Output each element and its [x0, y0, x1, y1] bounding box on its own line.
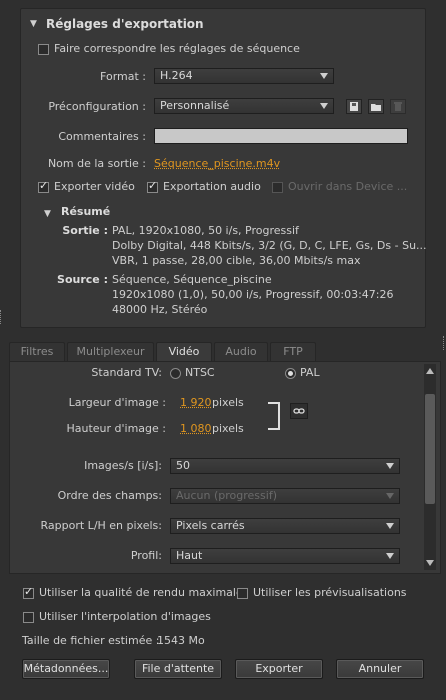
open-device-checkbox[interactable] [272, 182, 283, 193]
field-order-select[interactable]: Aucun (progressif) [170, 488, 400, 504]
summary-source-label: Source : [57, 273, 108, 286]
output-name-label: Nom de la sortie : [47, 157, 146, 170]
export-audio-checkbox[interactable] [147, 179, 158, 193]
pixel-aspect-select[interactable]: Pixels carrés [170, 518, 400, 534]
ntsc-radio[interactable] [170, 368, 181, 379]
width-value[interactable]: 1 920 [180, 396, 212, 409]
delete-preset-trash-icon[interactable] [390, 99, 406, 114]
pixel-aspect-value: Pixels carrés [176, 519, 245, 532]
preset-select[interactable]: Personnalisé [154, 98, 334, 114]
profile-label: Profil: [130, 549, 162, 562]
max-quality-checkbox[interactable] [23, 585, 34, 599]
tab-label: Multiplexeur [76, 345, 145, 358]
cancel-button[interactable]: Annuler [336, 659, 424, 679]
export-video-checkbox[interactable] [38, 179, 49, 193]
format-label: Format : [100, 70, 146, 83]
pal-radio[interactable] [285, 368, 296, 379]
chevron-down-icon [386, 523, 394, 529]
output-name-link[interactable]: Séquence_piscine.m4v [154, 157, 280, 170]
tv-standard-label: Standard TV: [91, 366, 162, 379]
scroll-thumb[interactable] [425, 394, 435, 504]
width-unit: pixels [212, 396, 244, 409]
previews-label: Utiliser les prévisualisations [253, 586, 407, 599]
frame-interpolation-label: Utiliser l'interpolation d'images [39, 610, 211, 623]
queue-button[interactable]: File d'attente [134, 659, 222, 679]
summary-triangle-icon[interactable]: ▼ [44, 209, 51, 219]
tab-filtres[interactable]: Filtres [9, 342, 65, 361]
summary-header: Résumé [61, 205, 111, 218]
fps-label: Images/s [i/s]: [84, 459, 162, 472]
chevron-down-icon [320, 73, 328, 79]
profile-value: Haut [176, 549, 203, 562]
export-button[interactable]: Exporter [235, 659, 323, 679]
frame-interpolation-checkbox[interactable] [23, 612, 34, 623]
ntsc-label: NTSC [185, 366, 215, 379]
fps-select[interactable]: 50 [170, 458, 400, 474]
tab-audio[interactable]: Audio [214, 342, 268, 361]
file-size-value: 1543 Mo [157, 634, 205, 647]
tab-label: Filtres [20, 345, 54, 358]
match-sequence-label: Faire correspondre les réglages de séque… [54, 42, 300, 55]
video-scrollbar[interactable] [424, 364, 436, 570]
scroll-up-icon[interactable] [426, 368, 434, 374]
summary-output-line: VBR, 1 passe, 28,00 cible, 36,00 Mbits/s… [112, 254, 361, 267]
summary-source-line: Séquence, Séquence_piscine [112, 273, 272, 286]
export-settings-header: Réglages d'exportation [46, 17, 204, 31]
import-preset-folder-icon[interactable] [368, 99, 384, 114]
tab-multiplexeur[interactable]: Multiplexeur [67, 342, 154, 361]
chevron-down-icon [386, 493, 394, 499]
match-sequence-checkbox[interactable] [38, 44, 49, 55]
width-label: Largeur d'image : [68, 396, 166, 409]
export-video-label: Exporter vidéo [54, 180, 135, 193]
metadata-button[interactable]: Métadonnées... [22, 659, 110, 679]
chevron-down-icon [320, 103, 328, 109]
tab-label: FTP [283, 345, 303, 358]
chevron-down-icon [386, 463, 394, 469]
summary-source-line: 48000 Hz, Stéréo [112, 303, 208, 316]
tab-video[interactable]: Vidéo [156, 342, 212, 362]
height-value[interactable]: 1 080 [180, 422, 212, 435]
pal-label: PAL [300, 366, 320, 379]
resize-grip-left[interactable] [0, 310, 4, 324]
file-size-label: Taille de fichier estimée : [22, 634, 160, 647]
field-order-label: Ordre des champs: [57, 489, 162, 502]
field-order-value: Aucun (progressif) [176, 489, 277, 502]
preset-value: Personnalisé [160, 99, 230, 112]
tab-label: Audio [225, 345, 257, 358]
summary-output-label: Sortie : [62, 224, 108, 237]
summary-source-line: 1920x1080 (1,0), 50,00 i/s, Progressif, … [112, 288, 394, 301]
scroll-down-icon[interactable] [426, 560, 434, 566]
fps-value: 50 [176, 459, 190, 472]
chain-link-icon[interactable] [290, 403, 308, 419]
pixel-aspect-label: Rapport L/H en pixels: [40, 519, 162, 532]
tab-ftp[interactable]: FTP [270, 342, 316, 361]
format-select[interactable]: H.264 [154, 68, 334, 84]
format-value: H.264 [160, 69, 193, 82]
preset-label: Préconfiguration : [48, 100, 146, 113]
max-quality-label: Utiliser la qualité de rendu maximale [39, 586, 243, 599]
comments-label: Commentaires : [58, 130, 146, 143]
tab-label: Vidéo [168, 345, 200, 358]
previews-checkbox[interactable] [237, 588, 248, 599]
aspect-link-bracket [268, 402, 280, 430]
summary-output-line: Dolby Digital, 448 Kbits/s, 3/2 (G, D, C… [112, 239, 427, 252]
height-label: Hauteur d'image : [66, 422, 166, 435]
collapse-triangle-icon[interactable]: ▼ [30, 19, 37, 29]
comments-input[interactable] [154, 128, 408, 144]
height-unit: pixels [212, 422, 244, 435]
save-preset-icon[interactable] [346, 99, 362, 114]
open-device-label: Ouvrir dans Device ... [288, 180, 408, 193]
export-audio-label: Exportation audio [163, 180, 261, 193]
summary-output-line: PAL, 1920x1080, 50 i/s, Progressif [112, 224, 299, 237]
chevron-down-icon [386, 553, 394, 559]
profile-select[interactable]: Haut [170, 548, 400, 564]
